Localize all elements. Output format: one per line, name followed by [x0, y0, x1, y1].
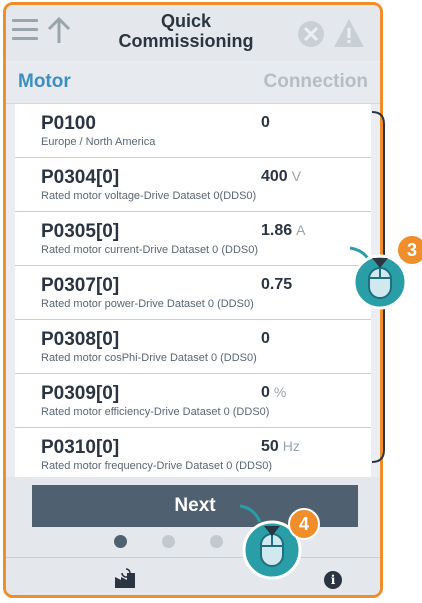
- callout-number: 3: [396, 234, 422, 266]
- param-description: Rated motor voltage-Drive Dataset 0(DDS0…: [41, 190, 257, 202]
- param-value: 50 Hz: [261, 438, 300, 455]
- list-item[interactable]: P0308[0] Rated motor cosPhi-Drive Datase…: [15, 320, 371, 374]
- callout-scroll: 3: [344, 234, 422, 314]
- list-item[interactable]: P0309[0] Rated motor efficiency-Drive Da…: [15, 374, 371, 428]
- page-dot-active: [114, 535, 127, 548]
- page-dot: [210, 535, 223, 548]
- callout-click: 4: [236, 502, 320, 580]
- list-item[interactable]: P0304[0] Rated motor voltage-Drive Datas…: [15, 158, 371, 212]
- param-description: Rated motor frequency-Drive Dataset 0 (D…: [41, 460, 273, 472]
- divider: [6, 557, 380, 558]
- list-item[interactable]: P0305[0] Rated motor current-Drive Datas…: [15, 212, 371, 266]
- callout-number: 4: [288, 508, 320, 540]
- up-arrow-icon[interactable]: [46, 17, 72, 45]
- page-title: Quick Commissioning: [118, 11, 254, 51]
- hamburger-menu-icon[interactable]: [12, 19, 38, 41]
- fault-icon[interactable]: [296, 19, 326, 49]
- param-code: P0100: [41, 113, 96, 134]
- list-item[interactable]: P0310[0] Rated motor frequency-Drive Dat…: [15, 428, 371, 477]
- param-code: P0304[0]: [41, 167, 120, 188]
- list-item[interactable]: P0307[0] Rated motor power-Drive Dataset…: [15, 266, 371, 320]
- param-code: P0308[0]: [41, 329, 120, 350]
- tab-bar: Motor Connection: [6, 63, 380, 104]
- param-description: Rated motor cosPhi-Drive Dataset 0 (DDS0…: [41, 352, 257, 364]
- param-description: Rated motor efficiency-Drive Dataset 0 (…: [41, 406, 270, 418]
- factory-reset-icon[interactable]: [114, 567, 136, 589]
- param-value: 0%: [261, 384, 287, 401]
- tab-motor[interactable]: Motor: [18, 71, 71, 93]
- param-code: P0307[0]: [41, 275, 120, 296]
- footer: Next i: [6, 477, 380, 595]
- warning-icon[interactable]: [332, 17, 366, 49]
- info-icon[interactable]: i: [324, 571, 342, 589]
- param-value: 0.75: [261, 276, 293, 293]
- parameter-list[interactable]: P0100 Europe / North America 0 P0304[0] …: [15, 104, 371, 477]
- app-header: Quick Commissioning: [6, 5, 380, 61]
- page-dot: [162, 535, 175, 548]
- device-frame: Quick Commissioning Motor Connection P01…: [3, 2, 383, 598]
- param-code: P0309[0]: [41, 383, 120, 404]
- param-code: P0305[0]: [41, 221, 120, 242]
- param-value: 0: [261, 114, 270, 131]
- list-item[interactable]: P0100 Europe / North America 0: [15, 104, 371, 158]
- param-description: Rated motor power-Drive Dataset 0 (DDS0): [41, 298, 254, 310]
- param-code: P0310[0]: [41, 437, 120, 458]
- param-value: 1.86 A: [261, 222, 306, 239]
- param-description: Europe / North America: [41, 136, 156, 148]
- param-description: Rated motor current-Drive Dataset 0 (DDS…: [41, 244, 259, 256]
- param-value: 400 V: [261, 168, 302, 185]
- param-value: 0: [261, 330, 270, 347]
- tab-connection[interactable]: Connection: [264, 71, 369, 93]
